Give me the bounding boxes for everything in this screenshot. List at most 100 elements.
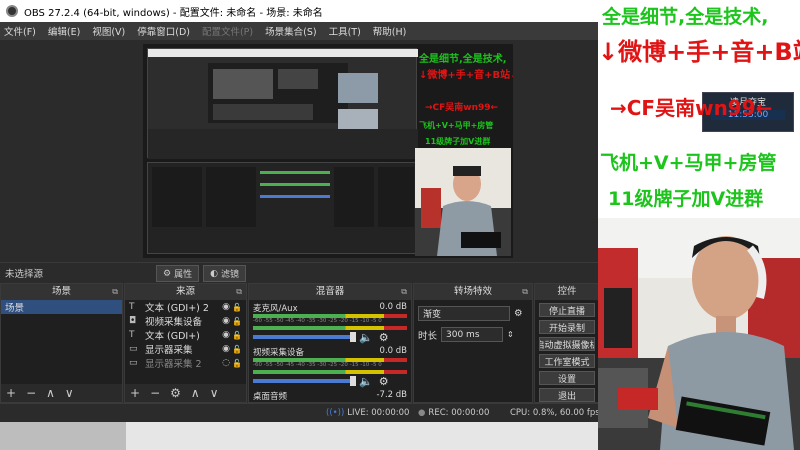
move-down-icon[interactable]: ∨ — [210, 386, 219, 400]
duration-label: 时长 — [418, 330, 438, 342]
lock-icon[interactable]: 🔓 — [232, 303, 242, 312]
eye-icon[interactable]: ◉ — [222, 316, 230, 326]
gear-icon[interactable]: ⚙ — [514, 308, 523, 319]
channel-name: 桌面音频 — [253, 392, 288, 402]
source-item-label: 显示器采集 2 — [145, 359, 202, 370]
volume-slider[interactable] — [253, 332, 356, 342]
mixer-channel: 桌面音频 -7.2 dB — [249, 390, 411, 402]
eye-hidden-icon[interactable]: ◌ — [222, 358, 230, 368]
menu-tools[interactable]: 工具(T) — [329, 24, 361, 38]
stop-streaming-button[interactable]: 停止直播 — [539, 303, 595, 317]
desktop-background — [0, 422, 600, 450]
add-icon[interactable]: + — [6, 386, 16, 400]
desktop-tile — [0, 422, 126, 450]
properties-button[interactable]: ⚙ 属性 — [156, 265, 200, 282]
menu-file[interactable]: 文件(F) — [4, 24, 36, 38]
overlay-line-3: →CF吴南wn99← — [610, 96, 773, 120]
sources-dock: 来源 ⧉ T 文本 (GDI+) 2 ◉ 🔓 ◘ 视频采集设备 ◉ 🔓 T 文本 (… — [124, 283, 247, 403]
filter-icon: ◐ — [210, 268, 218, 279]
source-item[interactable]: ◘ 视频采集设备 ◉ 🔓 — [125, 314, 246, 328]
filters-label: 滤镜 — [220, 270, 239, 280]
properties-label: 属性 — [174, 270, 193, 280]
speaker-icon[interactable]: 🔈 — [359, 331, 373, 344]
nested-overlay-text: 11级牌子加V进群 — [425, 137, 491, 146]
no-source-label: 未选择源 — [5, 268, 44, 280]
transitions-title: 转场特效 — [453, 286, 492, 297]
popout-icon[interactable]: ⧉ — [522, 284, 528, 300]
menu-scene-collection[interactable]: 场景集合(S) — [265, 24, 316, 38]
obs-logo-icon — [6, 5, 18, 17]
virtual-camera-button[interactable]: 启动虚拟摄像机 — [539, 337, 595, 351]
gear-icon[interactable]: ⚙ — [379, 375, 389, 388]
lock-icon[interactable]: 🔓 — [232, 331, 242, 340]
remove-icon[interactable]: − — [150, 386, 160, 400]
live-icon: ((•)) — [326, 408, 345, 418]
popout-icon[interactable]: ⧉ — [112, 284, 118, 300]
exit-button[interactable]: 退出 — [539, 388, 595, 402]
source-item-label: 文本 (GDI+) — [145, 331, 200, 342]
menu-edit[interactable]: 编辑(E) — [48, 24, 80, 38]
gear-icon: ⚙ — [163, 268, 172, 279]
start-recording-button[interactable]: 开始录制 — [539, 320, 595, 334]
nested-overlay-text: 全是细节,全是技术, — [419, 54, 507, 65]
monitor-icon: ▭ — [129, 358, 138, 368]
gear-icon[interactable]: ⚙ — [170, 386, 181, 400]
source-item[interactable]: ▭ 显示器采集 2 ◌ 🔓 — [125, 356, 246, 370]
monitor-icon: ▭ — [129, 344, 138, 354]
menu-help[interactable]: 帮助(H) — [373, 24, 407, 38]
controls-title: 控件 — [557, 286, 577, 297]
eye-icon[interactable]: ◉ — [222, 330, 230, 340]
source-item[interactable]: T 文本 (GDI+) ◉ 🔓 — [125, 328, 246, 342]
lock-icon[interactable]: 🔓 — [232, 317, 242, 326]
screen: OBS 27.2.4 (64-bit, windows) - 配置文件: 未命名… — [0, 0, 800, 450]
channel-level: 0.0 dB — [379, 346, 407, 356]
sources-title: 来源 — [175, 286, 195, 297]
overlay-line-1: 全是细节,全是技术, — [602, 6, 769, 28]
controls-dock: 控件 停止直播 开始录制 启动虚拟摄像机 工作室模式 设置 退出 — [534, 283, 600, 403]
speaker-icon[interactable]: 🔈 — [359, 375, 373, 388]
mixer-title: 混音器 — [315, 286, 345, 297]
filters-button[interactable]: ◐ 滤镜 — [203, 265, 246, 282]
move-up-icon[interactable]: ∧ — [191, 386, 200, 400]
stepper-icon[interactable]: ⇕ — [507, 330, 514, 339]
scenes-dock: 场景 ⧉ 场景 + − ∧ ∨ — [0, 283, 123, 403]
scene-item[interactable]: 场景 — [1, 300, 122, 314]
preview-canvas[interactable]: 全是细节,全是技术, ↓微博+手+音+B站↓ →CF吴南wn99← 飞机+V+马… — [143, 44, 513, 258]
window-title: OBS 27.2.4 (64-bit, windows) - 配置文件: 未命名… — [24, 7, 323, 19]
volume-slider[interactable] — [253, 376, 356, 386]
source-toolbar: 未选择源 ⚙ 属性 ◐ 滤镜 — [0, 262, 600, 282]
studio-mode-button[interactable]: 工作室模式 — [539, 354, 595, 368]
mixer-channel: 视频采集设备 0.0 dB -60 -55 -50 -45 -40 -35 -30… — [249, 346, 411, 388]
menu-view[interactable]: 视图(V) — [92, 24, 125, 38]
mixer-dock-header: 混音器 ⧉ — [249, 284, 411, 300]
move-up-icon[interactable]: ∧ — [46, 386, 55, 400]
popout-icon[interactable]: ⧉ — [401, 284, 407, 300]
sources-dock-header: 来源 ⧉ — [125, 284, 246, 300]
text-source-icon: T — [129, 302, 135, 312]
menu-profile[interactable]: 配置文件(P) — [202, 24, 253, 38]
settings-button[interactable]: 设置 — [539, 371, 595, 385]
duration-input[interactable]: 300 ms — [441, 327, 504, 342]
gear-icon[interactable]: ⚙ — [379, 331, 389, 344]
overlay-line-5: 11级牌子加V进群 — [608, 188, 764, 210]
menu-docks[interactable]: 停靠窗口(D) — [137, 24, 190, 38]
eye-icon[interactable]: ◉ — [222, 344, 230, 354]
nested-overlay-text: 飞机+V+马甲+房管 — [419, 121, 494, 130]
lock-icon[interactable]: 🔓 — [232, 359, 242, 368]
lock-icon[interactable]: 🔓 — [232, 345, 242, 354]
transitions-dock-header: 转场特效 ⧉ — [414, 284, 532, 300]
overlay-line-2: ↓微博+手+音+B站↓ — [598, 38, 800, 66]
popout-icon[interactable]: ⧉ — [236, 284, 242, 300]
add-icon[interactable]: + — [130, 386, 140, 400]
source-item-label: 视频采集设备 — [145, 317, 203, 328]
eye-icon[interactable]: ◉ — [222, 302, 230, 312]
remove-icon[interactable]: − — [26, 386, 36, 400]
text-source-icon: T — [129, 330, 135, 340]
transition-select[interactable]: 渐变 — [418, 306, 510, 321]
source-item[interactable]: ▭ 显示器采集 ◉ 🔓 — [125, 342, 246, 356]
move-down-icon[interactable]: ∨ — [65, 386, 74, 400]
camera-icon: ◘ — [129, 316, 137, 326]
rec-timer: REC: 00:00:00 — [428, 408, 490, 418]
source-item[interactable]: T 文本 (GDI+) 2 ◉ 🔓 — [125, 300, 246, 314]
menu-bar: 文件(F) 编辑(E) 视图(V) 停靠窗口(D) 配置文件(P) 场景集合(S… — [0, 22, 600, 40]
